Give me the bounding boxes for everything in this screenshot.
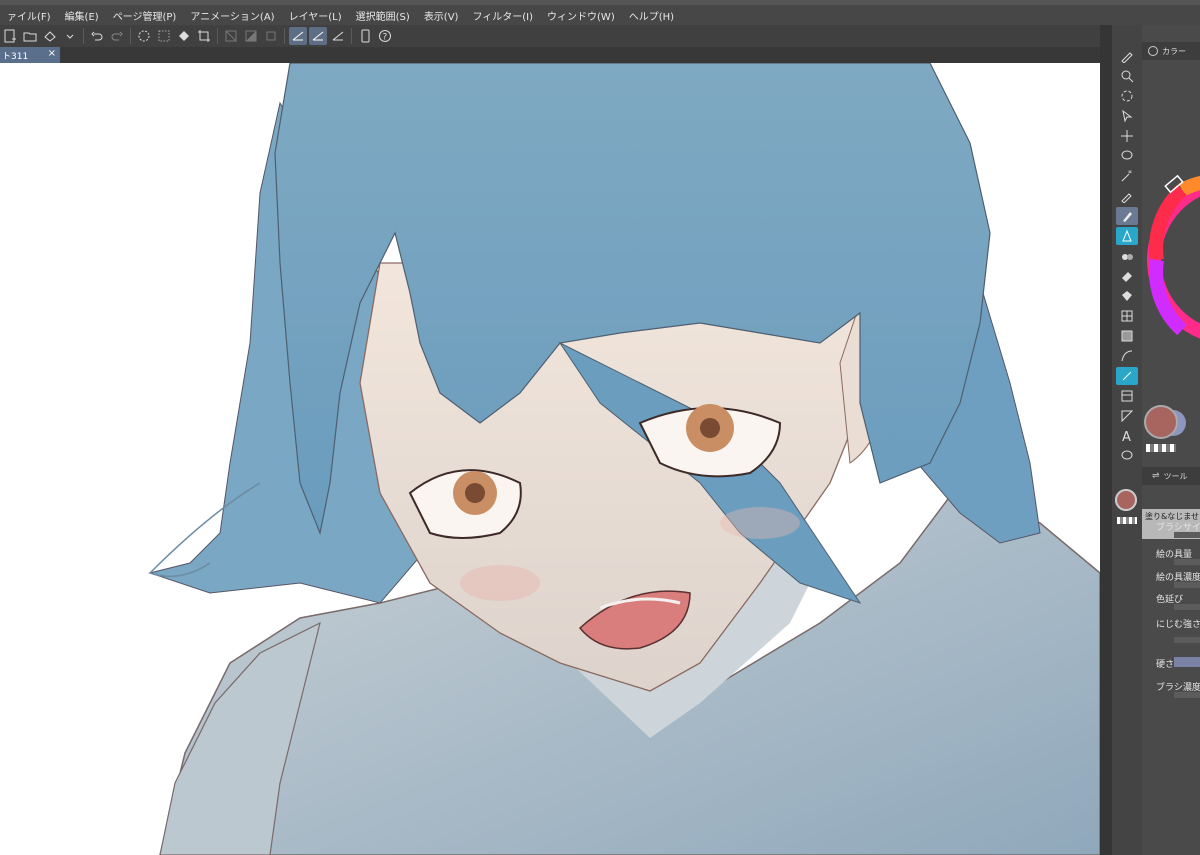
drawing-canvas[interactable] xyxy=(0,63,1100,855)
snap-special-ruler-icon[interactable] xyxy=(309,27,327,45)
lasso-icon[interactable] xyxy=(1116,147,1138,165)
transparent-color-icon[interactable] xyxy=(1117,517,1137,524)
rotate-icon[interactable] xyxy=(1116,87,1138,105)
panel-divider[interactable] xyxy=(1100,25,1112,855)
triangle-ruler-icon[interactable] xyxy=(1116,407,1138,425)
menu-filter[interactable]: フィルター(I) xyxy=(465,8,540,23)
separator xyxy=(351,28,352,44)
color-wheel[interactable] xyxy=(1142,150,1200,365)
fill-icon[interactable] xyxy=(175,27,193,45)
close-icon[interactable]: × xyxy=(48,48,56,59)
color-panel-header: カラー xyxy=(1142,42,1200,60)
separator xyxy=(284,28,285,44)
tool-main-color-swatch[interactable] xyxy=(1115,489,1137,511)
text-icon[interactable]: A xyxy=(1116,427,1138,445)
prop-blur-strength: にじむ強さ xyxy=(1156,620,1200,630)
main-color-swatch[interactable] xyxy=(1144,405,1178,439)
brush-density-slider[interactable] xyxy=(1174,692,1200,698)
hardness-slider[interactable] xyxy=(1174,657,1200,667)
color-stretch-slider[interactable] xyxy=(1174,604,1200,610)
smartphone-icon[interactable] xyxy=(356,27,374,45)
svg-text:?: ? xyxy=(383,33,388,43)
frame-icon[interactable] xyxy=(1116,387,1138,405)
crop-icon[interactable] xyxy=(195,27,213,45)
sliders-icon[interactable]: ⇌ xyxy=(1152,471,1160,481)
illustration xyxy=(148,63,1100,855)
transparent-swatch[interactable] xyxy=(1146,444,1176,452)
open-icon[interactable] xyxy=(21,27,39,45)
new-file-icon[interactable] xyxy=(1,27,19,45)
snap-ruler-icon[interactable] xyxy=(289,27,307,45)
menu-window[interactable]: ウィンドウ(W) xyxy=(540,8,622,23)
menu-file[interactable]: ァイル(F) xyxy=(0,8,58,23)
move-icon[interactable] xyxy=(1116,127,1138,145)
gradient-icon[interactable] xyxy=(1116,327,1138,345)
eraser-icon[interactable] xyxy=(1116,267,1138,285)
tool-palette: * A xyxy=(1112,25,1142,855)
right-panel: カラー ⇌ ツール 塗り&なじませ ブラシサイズ 絵の具量 絵の具濃度 色延び … xyxy=(1142,25,1200,855)
tool-property-header: ⇌ ツール xyxy=(1142,467,1200,485)
color-wheel-ring[interactable] xyxy=(1142,150,1200,365)
clear-icon[interactable] xyxy=(135,27,153,45)
menu-help[interactable]: ヘルプ(H) xyxy=(622,8,681,23)
pen-icon[interactable] xyxy=(1116,47,1138,65)
menu-bar: ァイル(F) 編集(E) ページ管理(P) アニメーション(A) レイヤー(L)… xyxy=(0,5,1200,25)
pen-nib-icon[interactable] xyxy=(1116,227,1138,245)
grid-pattern-icon[interactable] xyxy=(1116,307,1138,325)
help-icon[interactable]: ? xyxy=(376,27,394,45)
ruler-icon[interactable] xyxy=(1116,367,1138,385)
menu-edit[interactable]: 編集(E) xyxy=(58,8,106,23)
snap-grid-icon[interactable] xyxy=(329,27,347,45)
balloon-icon[interactable] xyxy=(1116,447,1138,465)
fill-bucket-icon[interactable] xyxy=(1116,287,1138,305)
undo-icon[interactable] xyxy=(88,27,106,45)
transform-icon[interactable] xyxy=(222,27,240,45)
command-bar: ? xyxy=(0,25,1100,47)
curve-icon[interactable] xyxy=(1116,347,1138,365)
document-tab-label: ト311 xyxy=(2,51,29,62)
svg-text:*: * xyxy=(1128,169,1132,178)
menu-animation[interactable]: アニメーション(A) xyxy=(183,8,281,23)
eyedropper-icon[interactable] xyxy=(1116,187,1138,205)
tool-property-title: ツール xyxy=(1163,471,1188,481)
selection-box-icon[interactable] xyxy=(262,27,280,45)
document-tab-bar: ト311 × xyxy=(0,47,1100,63)
object-icon[interactable] xyxy=(1116,107,1138,125)
color-panel-title: カラー xyxy=(1162,46,1186,56)
blur-strength-slider[interactable] xyxy=(1174,637,1200,643)
svg-text:A: A xyxy=(1122,430,1131,443)
save-icon[interactable] xyxy=(41,27,59,45)
menu-page[interactable]: ページ管理(P) xyxy=(106,8,184,23)
prop-hardness: 硬さ xyxy=(1156,660,1175,670)
zoom-icon[interactable] xyxy=(1116,67,1138,85)
separator xyxy=(130,28,131,44)
brush-icon[interactable] xyxy=(1116,207,1138,225)
separator xyxy=(83,28,84,44)
paint-amount-slider[interactable] xyxy=(1174,559,1200,565)
color-wheel-tab-icon[interactable] xyxy=(1148,46,1158,56)
blend-icon[interactable] xyxy=(1116,247,1138,265)
brush-size-slider[interactable] xyxy=(1174,532,1200,538)
menu-view[interactable]: 表示(V) xyxy=(417,8,466,23)
menu-selection[interactable]: 選択範囲(S) xyxy=(349,8,417,23)
redo-icon[interactable] xyxy=(108,27,126,45)
menu-layer[interactable]: レイヤー(L) xyxy=(282,8,349,23)
grid-icon[interactable] xyxy=(155,27,173,45)
chevron-down-icon[interactable] xyxy=(61,27,79,45)
magic-wand-icon[interactable]: * xyxy=(1116,167,1138,185)
layer-mask-icon[interactable] xyxy=(242,27,260,45)
paint-density-slider[interactable] xyxy=(1174,582,1200,588)
separator xyxy=(217,28,218,44)
document-tab[interactable]: ト311 × xyxy=(0,47,60,63)
